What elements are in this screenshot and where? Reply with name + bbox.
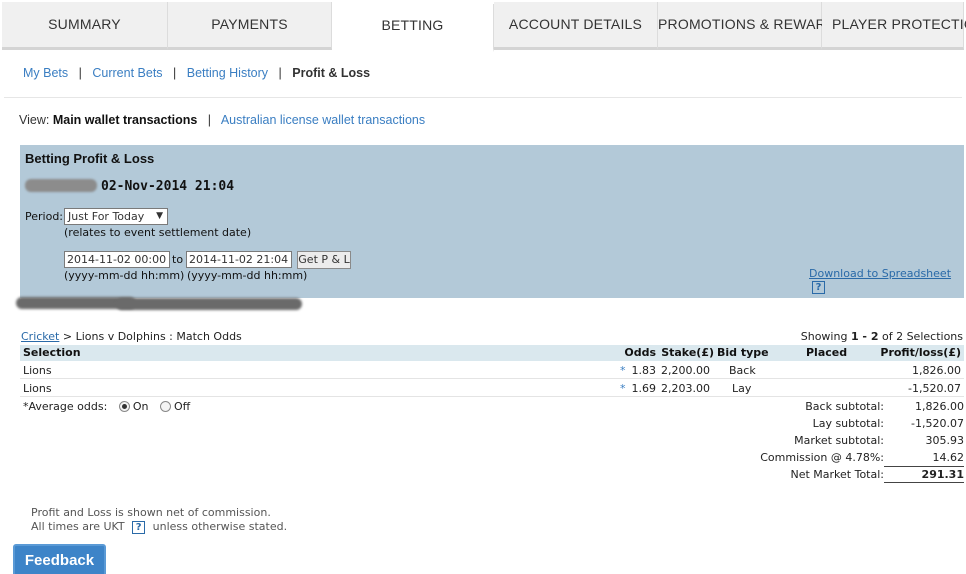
view-separator: | [207,113,212,127]
row-selection: Lions [23,364,52,377]
redacted-text [16,297,302,311]
market-subtotal: Market subtotal: 305.93 [684,434,964,447]
subnav-separator: | [278,66,282,80]
back-subtotal-value: 1,826.00 [915,400,964,413]
crumb-market: > Lions v Dolphins : Match Odds [59,330,242,343]
lay-subtotal: Lay subtotal: -1,520.07 [684,417,964,430]
tab-payments[interactable]: PAYMENTS [168,2,332,50]
help-icon[interactable]: ? [812,281,825,294]
chevron-down-icon: ▼ [156,211,163,221]
betting-subnav: My Bets | Current Bets | Betting History… [23,66,370,80]
feedback-button[interactable]: Feedback [13,544,106,574]
showing-prefix: Showing [800,330,851,343]
average-odds-off-label: Off [173,400,191,413]
tab-promotions-rewards[interactable]: PROMOTIONS & REWARDS [658,2,846,50]
net-total-value: 291.31 [884,466,964,483]
subnav-betting-history[interactable]: Betting History [187,66,268,80]
subnav-profit-loss[interactable]: Profit & Loss [292,66,370,80]
row-profit-loss: -1,520.07 [908,382,961,395]
header-stake: Stake(£) [661,346,714,359]
lay-subtotal-label: Lay subtotal: [812,417,884,430]
to-label: to [172,253,184,266]
row-bid-type: Lay [732,382,752,395]
period-label: Period: [25,210,64,223]
table-row: Lions * 1.83 2,200.00 Back 1,826.00 [20,361,964,379]
header-bid-type: Bid type [717,346,769,359]
view-label: View: [19,113,50,127]
footer-notes: Profit and Loss is shown net of commissi… [31,506,287,534]
showing-range: 1 - 2 [850,330,879,343]
market-subtotal-value: 305.93 [925,434,965,447]
back-subtotal-label: Back subtotal: [805,400,884,413]
tab-betting[interactable]: BETTING [332,4,494,52]
row-odds: 1.69 [631,382,657,395]
market-subtotal-label: Market subtotal: [794,434,884,447]
row-profit-loss: 1,826.00 [912,364,961,377]
tab-summary[interactable]: SUMMARY [2,2,168,50]
tab-account-details[interactable]: ACCOUNT DETAILS [494,2,658,50]
row-bid-type: Back [729,364,756,377]
footer-commission-note: Profit and Loss is shown net of commissi… [31,506,271,519]
commission-value: 14.62 [932,451,965,464]
header-profit-loss: Profit/loss(£) [880,346,961,359]
timezone-text: All times are UKT [31,520,125,533]
download-label[interactable]: Download to Spreadsheet [809,267,951,280]
panel-title: Betting Profit & Loss [25,151,155,166]
commission-label: Commission @ 4.78%: [760,451,884,464]
crumb-cricket-link[interactable]: Cricket [21,330,59,343]
row-odds-marker: * [620,364,626,377]
profit-loss-panel: Betting Profit & Loss 02-Nov-2014 21:04 … [20,145,964,298]
footer-timezone-note: All times are UKT ? unless otherwise sta… [31,520,287,534]
header-placed: Placed [806,346,848,359]
header-odds: Odds [624,346,656,359]
commission: Commission @ 4.78%: 14.62 [684,451,964,464]
get-pl-button[interactable]: Get P & L [297,251,351,269]
to-format-hint: (yyyy-mm-dd hh:mm) [187,269,308,282]
timezone-text-suffix: unless otherwise stated. [152,520,288,533]
from-date-input[interactable]: 2014-11-02 00:00 [64,251,170,268]
table-header: Selection Odds Stake(£) Bid type Placed … [20,345,964,361]
from-format-hint: (yyyy-mm-dd hh:mm) [64,269,185,282]
net-market-total: Net Market Total: 291.31 [684,466,964,483]
average-odds-label: *Average odds: [23,400,108,413]
row-selection: Lions [23,382,52,395]
view-main-wallet: Main wallet transactions [52,113,198,127]
row-stake: 2,200.00 [661,364,710,377]
average-odds-off-radio[interactable] [159,401,171,412]
wallet-view-selector: View: Main wallet transactions | Austral… [19,113,425,127]
row-odds: 1.83 [631,364,657,377]
subnav-current-bets[interactable]: Current Bets [92,66,162,80]
report-datetime: 02-Nov-2014 21:04 [101,179,235,194]
lay-subtotal-value: -1,520.07 [911,417,964,430]
period-select[interactable]: Just For Today ▼ [64,208,168,225]
average-odds-toggle: *Average odds: On Off [23,400,190,413]
average-odds-on-radio[interactable] [118,401,130,412]
period-select-value: Just For Today [68,210,145,223]
redacted-username [25,179,97,192]
row-odds-marker: * [620,382,626,395]
main-tabs: SUMMARY PAYMENTS BETTING ACCOUNT DETAILS… [0,0,966,52]
average-odds-on-label: On [132,400,149,413]
divider [4,97,962,98]
row-stake: 2,203.00 [661,382,710,395]
account-datetime: 02-Nov-2014 21:04 [25,179,234,194]
view-australian-wallet-link[interactable]: Australian license wallet transactions [221,113,425,127]
back-subtotal: Back subtotal: 1,826.00 [684,400,964,413]
market-breadcrumb: Cricket > Lions v Dolphins : Match Odds [21,330,242,343]
to-date-input[interactable]: 2014-11-02 21:04 [186,251,292,268]
download-spreadsheet-link[interactable]: Download to Spreadsheet ? [809,267,964,294]
header-selection: Selection [23,346,81,359]
help-icon[interactable]: ? [132,521,146,534]
subnav-my-bets[interactable]: My Bets [23,66,68,80]
table-row: Lions * 1.69 2,203.00 Lay -1,520.07 [20,379,964,397]
showing-suffix: of 2 Selections [878,330,963,343]
tab-player-protection[interactable]: PLAYER PROTECTION [822,2,966,50]
net-total-label: Net Market Total: [790,468,884,481]
subnav-separator: | [173,66,177,80]
settlement-note: (relates to event settlement date) [64,226,252,239]
subnav-separator: | [78,66,82,80]
showing-count: Showing 1 - 2 of 2 Selections [801,330,963,343]
